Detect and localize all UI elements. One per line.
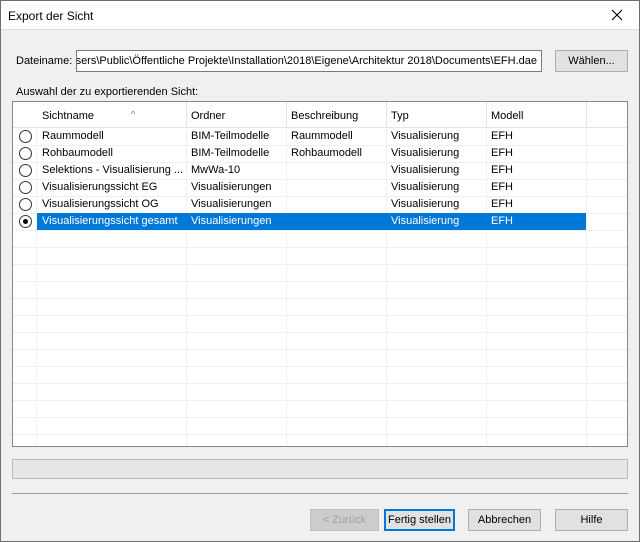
table-row[interactable]: Visualisierungssicht gesamt Visualisierun… [13,213,627,230]
grid-line [13,298,627,299]
grid-line [13,247,627,248]
help-button[interactable]: Hilfe [555,509,628,531]
grid-line [13,417,627,418]
cell-type: Visualisierung [391,147,460,159]
table-row[interactable]: Visualisierungssicht EG Visualisierungen V… [13,179,627,196]
cell-model: EFH [491,147,513,159]
column-header-model[interactable]: Modell [486,102,586,128]
choose-file-button[interactable]: Wählen... [555,50,628,72]
cell-type: Visualisierung [391,198,460,210]
cell-folder: Visualisierungen [191,198,272,210]
view-list[interactable]: Sichtname ^ Ordner Beschreibung Typ Mode… [12,101,628,447]
cell-type: Visualisierung [386,213,486,230]
radio-button[interactable] [19,147,32,160]
cell-description: Rohbaumodell [291,147,362,159]
back-button[interactable]: < Zurück [310,509,379,531]
column-header-name-label: Sichtname [42,110,94,122]
grid-line [13,383,627,384]
table-row[interactable]: Rohbaumodell BIM-Teilmodelle Rohbaumodell V… [13,145,627,162]
cell-type: Visualisierung [391,130,460,142]
window-title: Export der Sicht [8,9,94,23]
sort-up-icon: ^ [131,109,136,119]
filename-label: Dateiname: [16,55,73,67]
list-header: Sichtname ^ Ordner Beschreibung Typ Mode… [13,102,627,128]
radio-button[interactable] [19,164,32,177]
cell-type: Visualisierung [391,181,460,193]
filename-value: C:\Users\Public\Öffentliche Projekte\Ins… [76,55,537,67]
grid-line [13,315,627,316]
cell-folder: BIM-Teilmodelle [191,130,270,142]
column-header-name[interactable]: Sichtname ^ [37,102,186,128]
cell-name: Visualisierungssicht EG [42,181,158,193]
cell-name: Selektions - Visualisierung ... [42,164,184,176]
grid-line [13,332,627,333]
button-separator [12,493,628,494]
cell-folder: BIM-Teilmodelle [191,147,270,159]
grid-line [13,400,627,401]
close-icon [611,9,623,21]
cell-folder: Visualisierungen [191,181,272,193]
cell-name: Raummodell [42,130,104,142]
cell-description [286,196,386,213]
column-separator[interactable] [586,102,587,128]
cell-folder: Visualisierungen [186,213,286,230]
cancel-button[interactable]: Abbrechen [468,509,541,531]
title-bar: Export der Sicht [0,0,640,30]
table-row[interactable]: Visualisierungssicht OG Visualisierungen V… [13,196,627,213]
grid-line [13,434,627,435]
cell-model: EFH [491,181,513,193]
radio-dot-icon [23,219,28,224]
cell-folder: MwWa-10 [191,164,241,176]
radio-button[interactable] [19,181,32,194]
radio-button[interactable] [19,198,32,211]
cell-description [286,179,386,196]
cell-name: Rohbaumodell [42,147,113,159]
grid-line [13,366,627,367]
grid-line [13,281,627,282]
cell-model: EFH [491,130,513,142]
column-header-type[interactable]: Typ [386,102,486,128]
table-row[interactable]: Raummodell BIM-Teilmodelle Raummodell Visua… [13,128,627,145]
view-selection-label: Auswahl der zu exportierenden Sicht: [16,86,199,98]
cell-model: EFH [491,198,513,210]
radio-button[interactable] [19,215,32,228]
radio-button[interactable] [19,130,32,143]
finish-button[interactable]: Fertig stellen [384,509,455,531]
filename-field[interactable]: C:\Users\Public\Öffentliche Projekte\Ins… [76,50,542,72]
cell-description: Raummodell [291,130,353,142]
grid-line [13,349,627,350]
cell-description [286,162,386,179]
cell-description [286,213,386,230]
cell-type: Visualisierung [391,164,460,176]
column-header-folder[interactable]: Ordner [186,102,286,128]
table-row[interactable]: Selektions - Visualisierung ... MwWa-10 Vi… [13,162,627,179]
cell-name: Visualisierungssicht gesamt [37,213,186,230]
cell-model: EFH [491,164,513,176]
cell-model: EFH [486,213,586,230]
cell-name: Visualisierungssicht OG [42,198,159,210]
grid-line [13,264,627,265]
grid-line [13,230,627,231]
progress-bar [12,459,628,479]
close-button[interactable] [594,0,640,30]
column-header-description[interactable]: Beschreibung [286,102,386,128]
